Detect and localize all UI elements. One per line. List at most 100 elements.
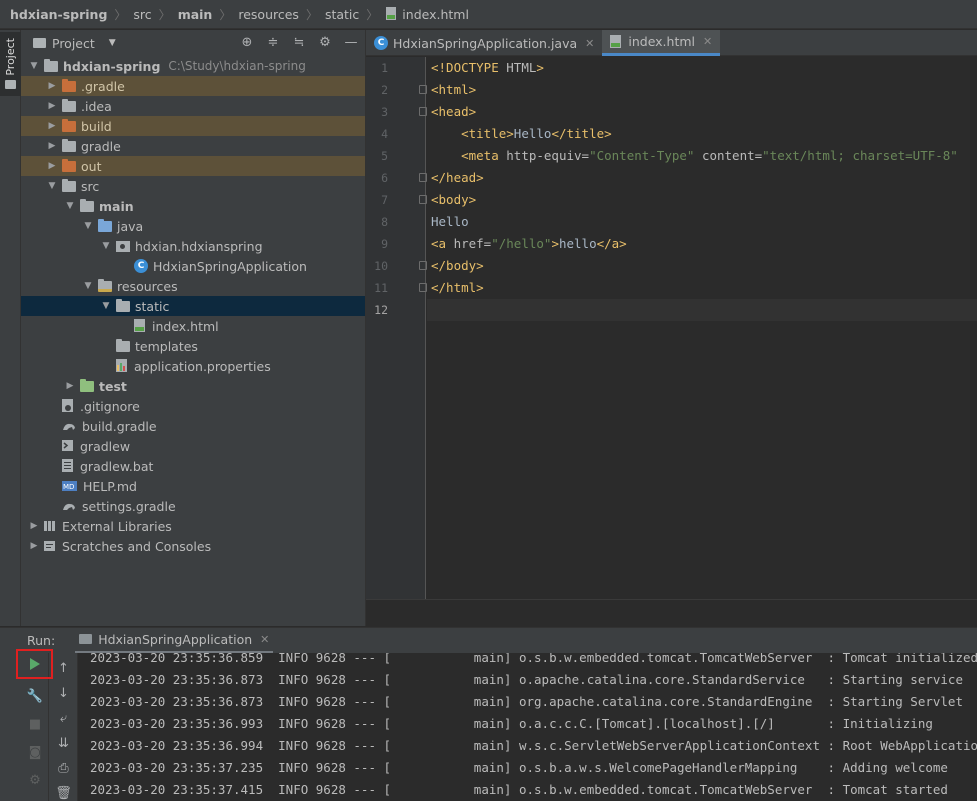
breadcrumb-item[interactable]: src — [133, 7, 151, 22]
tree-item[interactable]: ▶ out — [21, 156, 365, 176]
tree-item-label: static — [135, 298, 170, 314]
code-editor[interactable]: <!DOCTYPE HTML> <html> <head> <title>Hello… — [427, 57, 977, 599]
chevron-right-icon[interactable]: ▶ — [45, 121, 59, 131]
locate-icon[interactable]: ⊕ — [239, 34, 255, 50]
editor-tab[interactable]: C HdxianSpringApplication.java ✕ — [366, 30, 602, 56]
chevron-down-icon[interactable]: ▼ — [63, 201, 77, 211]
chevron-down-icon[interactable]: ▼ — [99, 301, 113, 311]
tree-item[interactable]: ▶build.gradle — [21, 416, 365, 436]
code-line[interactable]: </html> — [427, 277, 977, 299]
code-token: "/hello" — [491, 236, 552, 251]
up-arrow-icon[interactable]: ↑ — [49, 657, 78, 679]
breadcrumb-item[interactable]: resources — [238, 7, 299, 22]
rerun-button[interactable] — [16, 649, 53, 679]
minimize-icon[interactable]: — — [343, 34, 359, 50]
tree-item[interactable]: ▼ resources — [21, 276, 365, 296]
wrench-icon[interactable]: 🔧 — [21, 685, 49, 707]
code-line[interactable]: <html> — [427, 79, 977, 101]
tree-item[interactable]: ▶ .idea — [21, 96, 365, 116]
expand-all-icon[interactable]: ≑ — [265, 34, 281, 50]
code-line[interactable] — [427, 299, 977, 321]
chevron-right-icon[interactable]: ▶ — [27, 541, 41, 551]
folder-icon — [62, 178, 76, 192]
code-line[interactable]: <a href="/hello">hello</a> — [427, 233, 977, 255]
breadcrumb-item[interactable]: index.html — [385, 7, 469, 22]
tree-item-label: settings.gradle — [82, 498, 176, 514]
gear-icon[interactable]: ⚙ — [21, 769, 49, 791]
gear-icon[interactable]: ⚙ — [317, 34, 333, 50]
tree-item[interactable]: ▶CHdxianSpringApplication — [21, 256, 365, 276]
chevron-right-icon[interactable]: ▶ — [63, 381, 77, 391]
soft-wrap-icon[interactable]: ⤶ — [49, 707, 78, 729]
fold-marker-icon[interactable] — [419, 261, 427, 270]
code-line[interactable]: <head> — [427, 101, 977, 123]
code-line[interactable]: Hello — [427, 211, 977, 233]
down-arrow-icon[interactable]: ↓ — [49, 682, 78, 704]
close-icon[interactable]: ✕ — [585, 37, 594, 50]
chevron-down-icon[interactable]: ▼ — [99, 241, 113, 251]
chevron-down-icon[interactable]: ▼ — [81, 221, 95, 231]
fold-marker-icon[interactable] — [419, 107, 427, 116]
chevron-down-icon[interactable]: ▼ — [27, 61, 41, 71]
breadcrumb-item[interactable]: main — [178, 7, 213, 22]
run-config-tab[interactable]: HdxianSpringApplication ✕ — [75, 628, 274, 654]
tree-item[interactable]: ▼ java — [21, 216, 365, 236]
tree-item[interactable]: ▶settings.gradle — [21, 496, 365, 516]
tree-item[interactable]: ▶ External Libraries — [21, 516, 365, 536]
tree-item[interactable]: ▶gradlew.bat — [21, 456, 365, 476]
tree-item[interactable]: ▼ static — [21, 296, 365, 316]
trash-icon[interactable]: 🗑 — [49, 782, 78, 801]
breadcrumb-item[interactable]: hdxian-spring — [10, 7, 107, 22]
code-line[interactable]: <meta http-equiv="Content-Type" content=… — [427, 145, 977, 167]
fold-marker-icon[interactable] — [419, 173, 427, 182]
chevron-right-icon[interactable]: ▶ — [27, 521, 41, 531]
exit-icon[interactable]: ⎋ — [21, 797, 49, 801]
collapse-all-icon[interactable]: ≒ — [291, 34, 307, 50]
close-icon[interactable]: ✕ — [703, 35, 712, 48]
chevron-right-icon[interactable]: ▶ — [45, 101, 59, 111]
code-line[interactable]: <!DOCTYPE HTML> — [427, 57, 977, 79]
code-token: Hello — [513, 126, 552, 141]
tree-item[interactable]: ▼ src — [21, 176, 365, 196]
tree-item[interactable]: ▶index.html — [21, 316, 365, 336]
tree-item[interactable]: ▶gradlew — [21, 436, 365, 456]
editor-tab[interactable]: index.html ✕ — [602, 30, 721, 56]
console-output[interactable]: 2023-03-20 23:35:36.859 INFO 9628 --- [ … — [78, 653, 977, 801]
scroll-to-end-icon[interactable]: ⇊ — [49, 732, 78, 754]
tree-item[interactable]: ▶templates — [21, 336, 365, 356]
chevron-down-icon[interactable]: ▼ — [45, 181, 59, 191]
tree-item[interactable]: ▶.gitignore — [21, 396, 365, 416]
tree-item[interactable]: ▼ hdxian.hdxianspring — [21, 236, 365, 256]
chevron-right-icon[interactable]: ▶ — [45, 81, 59, 91]
tree-item[interactable]: ▶ Scratches and Consoles — [21, 536, 365, 556]
editor-gutter[interactable]: 1 2 3 4 5 6 7 8 9 10 11 12 — [366, 57, 427, 599]
project-tool-window-tab[interactable]: Project — [0, 32, 21, 96]
tree-item[interactable]: ▼ hdxian-spring C:\Study\hdxian-spring — [21, 56, 365, 76]
print-icon[interactable]: ⎙ — [49, 757, 78, 779]
tree-item[interactable]: ▶ gradle — [21, 136, 365, 156]
fold-marker-icon[interactable] — [419, 283, 427, 292]
breadcrumb-item[interactable]: static — [325, 7, 359, 22]
code-token: > — [536, 60, 544, 75]
tree-item[interactable]: ▶ .gradle — [21, 76, 365, 96]
chevron-down-icon[interactable]: ▼ — [81, 281, 95, 291]
tree-item[interactable]: ▼ main — [21, 196, 365, 216]
code-line[interactable]: </head> — [427, 167, 977, 189]
project-view-selector[interactable]: Project ▼ — [33, 36, 116, 51]
tree-item[interactable]: ▶MDHELP.md — [21, 476, 365, 496]
code-line[interactable]: <title>Hello</title> — [427, 123, 977, 145]
close-icon[interactable]: ✕ — [260, 633, 269, 646]
stop-icon[interactable]: ■ — [21, 713, 49, 735]
tree-item-label: index.html — [152, 318, 219, 334]
fold-marker-icon[interactable] — [419, 195, 427, 204]
chevron-right-icon[interactable]: ▶ — [45, 161, 59, 171]
camera-icon[interactable]: ◙ — [21, 741, 49, 763]
code-line[interactable]: <body> — [427, 189, 977, 211]
code-token: </html> — [431, 280, 484, 295]
chevron-right-icon[interactable]: ▶ — [45, 141, 59, 151]
fold-marker-icon[interactable] — [419, 85, 427, 94]
code-line[interactable]: </body> — [427, 255, 977, 277]
tree-item[interactable]: ▶ build — [21, 116, 365, 136]
tree-item[interactable]: ▶application.properties — [21, 356, 365, 376]
tree-item[interactable]: ▶ test — [21, 376, 365, 396]
